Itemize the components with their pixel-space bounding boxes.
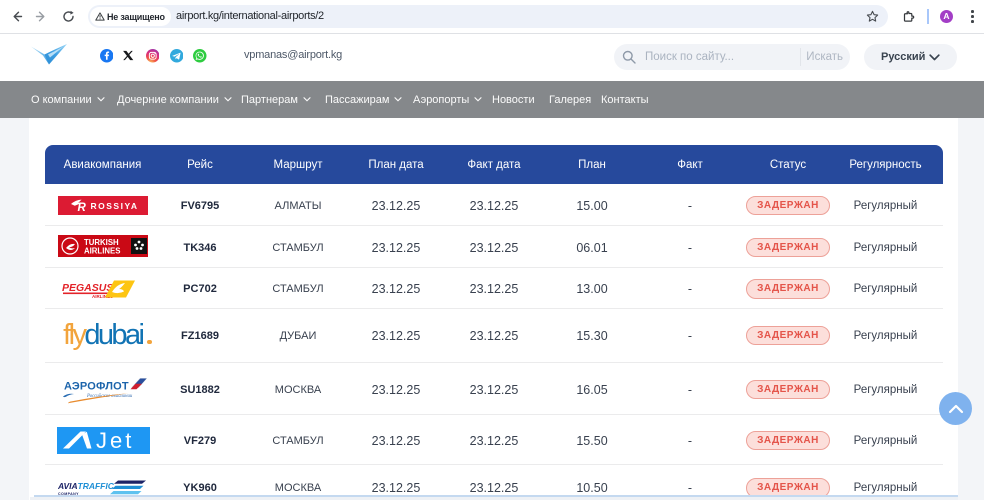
svg-text:Jet: Jet <box>96 428 134 453</box>
svg-text:TRAFFIC: TRAFFIC <box>78 481 115 491</box>
svg-text:AIRLINES: AIRLINES <box>84 246 120 255</box>
svg-text:R: R <box>77 202 86 212</box>
svg-text:AVIA: AVIA <box>58 481 78 491</box>
svg-text:АЭРОФЛОТ: АЭРОФЛОТ <box>64 380 129 392</box>
svg-text:PEGASUS: PEGASUS <box>62 282 113 294</box>
